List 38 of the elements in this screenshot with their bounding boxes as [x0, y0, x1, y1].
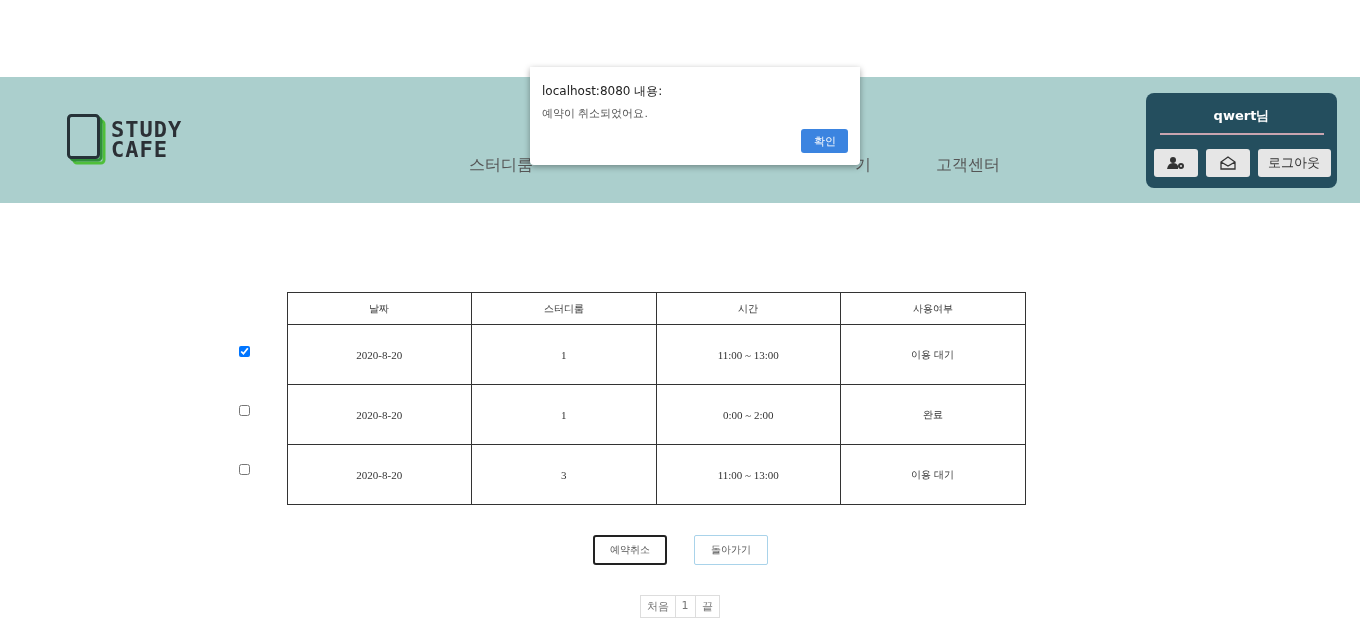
table-cell: 3: [471, 444, 656, 505]
column-header: 시간: [656, 292, 841, 325]
page-link[interactable]: 처음: [639, 595, 676, 618]
user-greeting: qwert님: [1213, 106, 1270, 125]
back-button[interactable]: 돌아가기: [693, 535, 768, 565]
logout-button[interactable]: 로그아웃: [1257, 148, 1331, 177]
row-checkbox[interactable]: [238, 464, 250, 475]
table-cell: 2020-8-20: [287, 324, 472, 385]
dialog-message: 예약이 취소되었어요.: [542, 106, 649, 121]
table-cell: 2020-8-20: [287, 444, 472, 505]
logo-text: CAFE: [111, 140, 169, 160]
nav-link[interactable]: 스터디룸: [468, 155, 533, 176]
table-cell: 1: [471, 324, 656, 385]
table-cell: 11:00 ~ 13:00: [656, 444, 841, 505]
row-checkbox[interactable]: [238, 405, 250, 416]
user-gear-icon: [1166, 155, 1185, 170]
table-cell: 11:00 ~ 13:00: [656, 324, 841, 385]
column-header: 사용여부: [840, 292, 1025, 325]
cancel-reservation-button[interactable]: 예약취소: [592, 535, 667, 565]
column-header: 스터디룸: [471, 292, 656, 325]
table-cell: 완료: [840, 384, 1025, 445]
dialog-title: localhost:8080 내용:: [542, 83, 664, 100]
table-cell: 2020-8-20: [287, 384, 472, 445]
table-cell: 이용 대기: [840, 324, 1025, 385]
envelope-icon: [1219, 155, 1236, 170]
ok-button[interactable]: 확인: [801, 129, 848, 153]
logo-text: STUDY: [111, 120, 183, 140]
table-cell: 1: [471, 384, 656, 445]
column-header: 날짜: [287, 292, 472, 325]
mail-button[interactable]: [1205, 148, 1250, 177]
nav-link[interactable]: 고객센터: [935, 155, 1000, 176]
table-cell: 0:00 ~ 2:00: [656, 384, 841, 445]
page-link[interactable]: 1: [674, 595, 696, 618]
book-stack-icon: [67, 114, 107, 166]
account-settings-button[interactable]: [1153, 148, 1198, 177]
page-link[interactable]: 끝: [694, 595, 720, 618]
table-cell: 이용 대기: [840, 444, 1025, 505]
row-checkbox[interactable]: [238, 346, 250, 357]
